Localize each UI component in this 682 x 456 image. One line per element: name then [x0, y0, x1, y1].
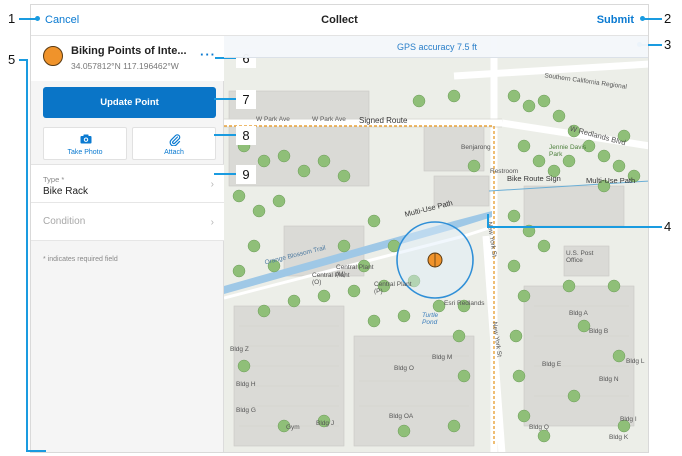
map-label: Bldg Z: [230, 346, 249, 353]
callout-number: 7: [236, 90, 256, 109]
gps-accuracy-banner: GPS accuracy 7.5 ft: [224, 36, 648, 58]
callout-line: [214, 134, 236, 136]
field-condition[interactable]: Condition ›: [31, 203, 224, 241]
figure: Cancel Collect Submit GPS accuracy 7.5 f…: [0, 0, 682, 456]
attach-label: Attach: [164, 149, 184, 156]
callout-line: [26, 450, 46, 452]
map-label: Bldg K: [609, 434, 629, 441]
callout-number: 9: [236, 165, 256, 184]
top-bar: Cancel Collect Submit: [31, 5, 648, 36]
field-placeholder: Condition: [43, 216, 86, 227]
map-label: Signed Route: [359, 116, 408, 125]
map-label: Bldg J: [316, 420, 335, 427]
take-photo-button[interactable]: Take Photo: [43, 127, 127, 160]
feature-point-icon: [43, 46, 63, 66]
feature-header: Biking Points of Inte... 34.057812°N 117…: [31, 36, 224, 81]
callout-number: 5: [8, 52, 16, 67]
callout-dot: [35, 16, 40, 21]
map-label: Bldg G: [236, 407, 256, 414]
callout-number: 4: [664, 219, 672, 234]
field-value: Bike Rack: [43, 186, 89, 197]
map-label: Bike Route Sign: [507, 174, 561, 183]
callout-line: [19, 59, 28, 61]
map-label: Bldg L: [626, 358, 645, 365]
submit-button[interactable]: Submit: [597, 14, 634, 26]
paperclip-icon: [169, 134, 181, 146]
callout-bracket: [26, 59, 28, 452]
update-point-button[interactable]: Update Point: [43, 87, 216, 118]
map-label: Bldg E: [542, 361, 562, 368]
map-label: Bldg Q: [529, 424, 549, 431]
map-label: Central Plant (P): [374, 281, 412, 295]
callout-line: [643, 18, 662, 20]
collect-screen: Cancel Collect Submit GPS accuracy 7.5 f…: [30, 4, 649, 453]
map-label: U.S. Post Office: [566, 250, 594, 264]
map-label: Bldg M: [432, 354, 453, 361]
map-label: Turtle Pond: [422, 312, 439, 326]
callout-number: 8: [236, 126, 256, 145]
camera-icon: [80, 134, 92, 144]
chevron-right-icon: ›: [210, 179, 214, 190]
callout-dot: [640, 16, 645, 21]
callout-line: [214, 98, 236, 100]
more-horizontal-icon[interactable]: ···: [200, 48, 216, 61]
map-label: Bldg B: [589, 328, 609, 335]
callout-number: 3: [664, 37, 672, 52]
basemap: [224, 36, 648, 452]
feature-coordinates: 34.057812°N 117.196462°W: [71, 61, 179, 71]
map-label: Central Plant (O): [312, 272, 350, 286]
chevron-right-icon: ›: [210, 217, 214, 228]
callout-number: 1: [8, 11, 16, 26]
callout-number: 2: [664, 11, 672, 26]
callout-line: [487, 214, 489, 228]
map-label: Bldg N: [599, 376, 619, 383]
page-title: Collect: [321, 14, 358, 26]
form-fields: Type * Bike Rack › Condition ›: [31, 164, 224, 241]
map-label: Gym: [286, 424, 300, 431]
map-label: Bldg OA: [389, 413, 414, 420]
map-label: Esri Redlands: [444, 300, 485, 307]
map-label: Bldg O: [394, 365, 414, 372]
map-view[interactable]: GPS accuracy 7.5 ft W Park Ave W Park Av…: [224, 36, 648, 452]
required-field-note: * indicates required field: [43, 256, 118, 263]
map-label: Bldg I: [620, 416, 637, 423]
take-photo-label: Take Photo: [67, 149, 103, 156]
attach-button[interactable]: Attach: [132, 127, 216, 160]
map-label: Multi-Use Path: [586, 176, 636, 185]
callout-line: [214, 173, 236, 175]
map-label: Jennie Davis Park: [549, 144, 587, 158]
map-label: W Park Ave: [256, 116, 290, 123]
callout-line: [487, 226, 662, 228]
feature-name: Biking Points of Inte...: [71, 45, 187, 57]
map-label: Bldg A: [569, 310, 588, 317]
map-label: Bldg H: [236, 381, 256, 388]
map-label: W Park Ave: [312, 116, 346, 123]
field-label: Type *: [43, 175, 65, 184]
feature-panel: Biking Points of Inte... 34.057812°N 117…: [31, 36, 224, 452]
field-type[interactable]: Type * Bike Rack ›: [31, 165, 224, 203]
callout-line: [19, 18, 36, 20]
map-label: Benjarong: [461, 144, 491, 151]
